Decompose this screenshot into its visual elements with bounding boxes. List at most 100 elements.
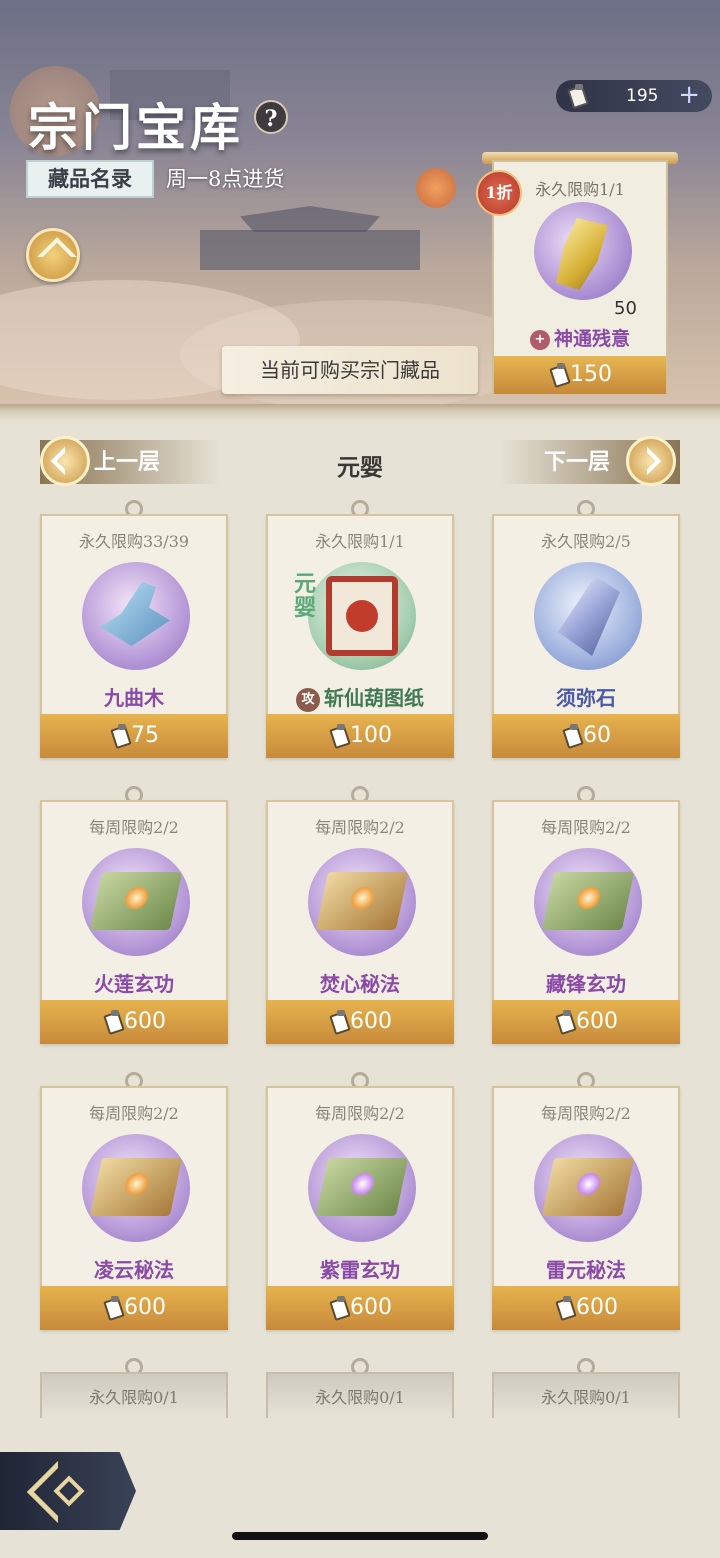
next-floor-label: 下一层: [544, 449, 611, 475]
shop-item-card[interactable]: 每周限购2/2 火莲玄功 600: [40, 786, 228, 1044]
page-title: 宗门宝库: [28, 98, 244, 157]
price-button[interactable]: 600: [40, 1286, 228, 1330]
price-button[interactable]: 60: [492, 714, 680, 758]
wood-icon: [100, 582, 170, 646]
price-button[interactable]: 150: [494, 356, 666, 394]
purchase-limit: 每周限购2/2: [541, 1104, 631, 1123]
price-value: 600: [350, 1295, 392, 1320]
item-image: [308, 1134, 416, 1242]
purchase-limit: 永久限购0/1: [315, 1388, 405, 1407]
back-button[interactable]: [0, 1452, 136, 1530]
shop-item-card[interactable]: 每周限购2/2 凌云秘法 600: [40, 1072, 228, 1330]
item-name: 须弥石: [556, 686, 616, 710]
item-name: 攻斩仙葫图纸: [268, 682, 452, 712]
card-body: 每周限购2/2 雷元秘法 600: [492, 1086, 680, 1330]
card-body: 每周限购2/2 火莲玄功 600: [40, 800, 228, 1044]
item-name: 火莲玄功: [94, 972, 174, 996]
shop-item-card[interactable]: 每周限购2/2 紫雷玄功 600: [266, 1072, 454, 1330]
token-icon: [548, 363, 570, 387]
shop-item-card[interactable]: 永久限购0/1: [266, 1358, 454, 1418]
currency-display: 195 +: [556, 80, 712, 112]
price-value: 600: [576, 1009, 618, 1034]
price-button[interactable]: 600: [40, 1000, 228, 1044]
token-icon: [554, 1010, 576, 1034]
card-body: 每周限购2/2 藏锋玄功 600: [492, 800, 680, 1044]
manual-icon: [315, 1158, 409, 1216]
purchase-limit: 每周限购2/2: [89, 1104, 179, 1123]
add-currency-button[interactable]: +: [678, 80, 700, 110]
shop-item-card[interactable]: 永久限购0/1: [492, 1358, 680, 1418]
item-name-text: 神通残意: [553, 328, 630, 350]
sun-decoration: [416, 168, 456, 208]
token-icon: [109, 724, 131, 748]
manual-icon: [541, 872, 635, 930]
current-floor: 元婴: [337, 454, 383, 481]
item-name: 紫雷玄功: [320, 1258, 400, 1282]
purchase-limit: 永久限购1/1: [315, 532, 405, 551]
item-name: 九曲木: [104, 686, 164, 710]
purchase-limit: 每周限购2/2: [315, 818, 405, 837]
purchase-limit: 永久限购2/5: [541, 532, 631, 551]
price-value: 600: [124, 1295, 166, 1320]
item-image: [82, 1134, 190, 1242]
prev-floor-label: 上一层: [94, 449, 161, 475]
shop-item-card[interactable]: 永久限购0/1: [40, 1358, 228, 1418]
attack-badge-icon: 攻: [296, 687, 320, 712]
manual-icon: [315, 872, 409, 930]
shop-item-card[interactable]: 永久限购2/5 须弥石 60: [492, 500, 680, 758]
card-body: 每周限购2/2 凌云秘法 600: [40, 1086, 228, 1330]
shop-item-card[interactable]: 每周限购2/2 雷元秘法 600: [492, 1072, 680, 1330]
purchase-limit: 永久限购0/1: [541, 1388, 631, 1407]
shop-item-card[interactable]: 每周限购2/2 藏锋玄功 600: [492, 786, 680, 1044]
purchase-limit: 永久限购0/1: [89, 1388, 179, 1407]
now-available-banner: 当前可购买宗门藏品: [222, 346, 478, 394]
token-icon: [328, 1010, 350, 1034]
item-name-text: 斩仙葫图纸: [324, 686, 424, 710]
item-name: 凌云秘法: [94, 1258, 174, 1282]
token-icon: [102, 1010, 124, 1034]
shop-item-card[interactable]: 永久限购33/39 九曲木 75: [40, 500, 228, 758]
shop-item-card[interactable]: 永久限购1/1 元婴 攻斩仙葫图纸 100: [266, 500, 454, 758]
next-arrow-icon[interactable]: [626, 436, 676, 486]
token-icon: [554, 1296, 576, 1320]
price-button[interactable]: 600: [492, 1000, 680, 1044]
price-button[interactable]: 600: [266, 1286, 454, 1330]
price-button[interactable]: 600: [492, 1286, 680, 1330]
section-divider: [0, 404, 720, 422]
price-value: 600: [350, 1009, 392, 1034]
price-value: 75: [131, 723, 159, 748]
card-body: 永久限购1/1 元婴 攻斩仙葫图纸 100: [266, 514, 454, 758]
purchase-limit: 每周限购2/2: [315, 1104, 405, 1123]
purchase-limit: 永久限购33/39: [78, 532, 190, 551]
price-button[interactable]: 75: [40, 714, 228, 758]
restock-info: 周一8点进货: [166, 167, 285, 191]
item-image: [534, 848, 642, 956]
item-image: [308, 562, 416, 670]
token-icon: [328, 1296, 350, 1320]
token-icon: [566, 84, 588, 108]
purchase-limit: 每周限购2/2: [89, 818, 179, 837]
item-image: [534, 202, 632, 300]
price-button[interactable]: 600: [266, 1000, 454, 1044]
ability-fragment-icon: [556, 218, 608, 290]
price-value: 100: [350, 723, 392, 748]
home-indicator[interactable]: [232, 1532, 488, 1540]
item-name: 雷元秘法: [546, 1258, 626, 1282]
purchase-limit: 每周限购2/2: [541, 818, 631, 837]
price-value: 150: [570, 362, 612, 387]
item-name: + 神通残意: [494, 324, 666, 351]
catalog-button[interactable]: 藏品名录: [26, 160, 154, 198]
card-body: 永久限购33/39 九曲木 75: [40, 514, 228, 758]
help-button[interactable]: ?: [254, 100, 288, 134]
price-button[interactable]: 100: [266, 714, 454, 758]
treasury-screen: 宗门宝库 ? 藏品名录 周一8点进货 195 + 永久限购1/1 50 + 神通残…: [0, 0, 720, 1558]
card-body: 每周限购2/2 紫雷玄功 600: [266, 1086, 454, 1330]
sect-emblem-icon[interactable]: [26, 228, 80, 282]
shop-item-card[interactable]: 每周限购2/2 焚心秘法 600: [266, 786, 454, 1044]
card-body: 永久限购0/1: [40, 1372, 228, 1418]
prev-arrow-icon[interactable]: [40, 436, 90, 486]
realm-tag: 元婴: [294, 571, 317, 621]
blueprint-scroll-icon: [326, 576, 398, 656]
item-image: [82, 562, 190, 670]
item-image: [534, 562, 642, 670]
